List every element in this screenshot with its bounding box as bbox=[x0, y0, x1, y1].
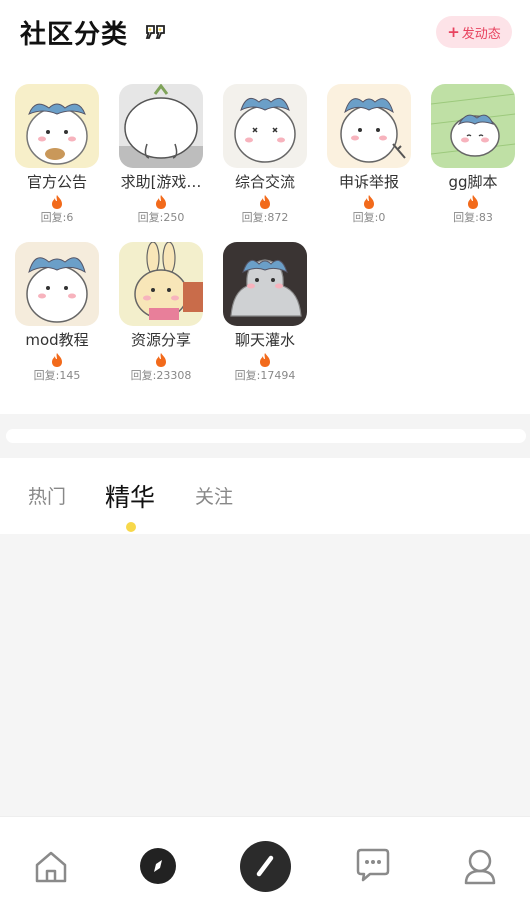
feed-tabs: 热门 精华 关注 bbox=[0, 458, 530, 534]
category-avatar bbox=[327, 84, 411, 168]
fire-icon bbox=[260, 353, 270, 367]
tab-featured[interactable]: 精华 bbox=[105, 478, 155, 514]
reply-count: 回复:145 bbox=[33, 369, 81, 382]
reply-count: 回复:23308 bbox=[130, 369, 192, 382]
category-avatar bbox=[223, 84, 307, 168]
reply-count: 回复:83 bbox=[453, 211, 493, 224]
fire-icon bbox=[468, 195, 478, 209]
fire-icon bbox=[52, 195, 62, 209]
user-icon[interactable] bbox=[462, 847, 498, 885]
category-name: 官方公告 bbox=[26, 173, 87, 191]
character-image bbox=[340, 98, 406, 163]
fire-icon bbox=[156, 195, 166, 209]
character-image bbox=[26, 257, 88, 323]
category-item[interactable]: 综合交流 回复:872 bbox=[213, 84, 317, 225]
category-item[interactable]: 官方公告 回复:6 bbox=[5, 84, 109, 225]
compass-icon[interactable] bbox=[140, 848, 176, 884]
character-image bbox=[119, 84, 203, 168]
category-avatar bbox=[431, 84, 515, 168]
category-item[interactable]: 资源分享 回复:23308 bbox=[109, 242, 213, 383]
plus-icon: + bbox=[447, 23, 460, 41]
bottom-nav bbox=[0, 816, 530, 910]
category-name: gg脚本 bbox=[448, 173, 498, 191]
fire-icon bbox=[260, 195, 270, 209]
reply-count: 回复:872 bbox=[241, 211, 289, 224]
character-image bbox=[134, 242, 203, 320]
character-image bbox=[26, 103, 88, 165]
fire-icon bbox=[156, 353, 166, 367]
category-name: 求助[游戏… bbox=[120, 173, 202, 191]
banner-bar[interactable] bbox=[6, 429, 526, 443]
pen-icon[interactable] bbox=[240, 841, 291, 892]
character-image bbox=[431, 93, 515, 157]
reply-count: 回复:6 bbox=[40, 211, 74, 224]
category-item[interactable]: 申诉举报 回复:0 bbox=[317, 84, 421, 225]
tab-following[interactable]: 关注 bbox=[195, 482, 233, 509]
character-image bbox=[234, 97, 296, 163]
category-item[interactable]: 聊天灌水 回复:17494 bbox=[213, 242, 317, 383]
post-button[interactable]: + 发动态 bbox=[436, 16, 512, 48]
category-avatar bbox=[119, 242, 203, 326]
home-icon[interactable] bbox=[33, 849, 69, 885]
category-name: mod教程 bbox=[25, 331, 89, 349]
character-image bbox=[230, 259, 302, 317]
chat-bubble-icon[interactable] bbox=[354, 847, 392, 883]
feed-content bbox=[0, 534, 530, 816]
category-item[interactable]: gg脚本 回复:83 bbox=[421, 84, 525, 225]
quote-icon bbox=[145, 25, 165, 39]
fire-icon bbox=[364, 195, 374, 209]
active-tab-indicator bbox=[126, 522, 136, 532]
category-name: 资源分享 bbox=[130, 331, 191, 349]
fire-icon bbox=[52, 353, 62, 367]
header: 社区分类 + 发动态 bbox=[0, 0, 530, 66]
category-avatar bbox=[223, 242, 307, 326]
category-name: 综合交流 bbox=[234, 173, 295, 191]
reply-count: 回复:0 bbox=[352, 211, 386, 224]
reply-count: 回复:250 bbox=[137, 211, 185, 224]
reply-count: 回复:17494 bbox=[234, 369, 296, 382]
tab-hot[interactable]: 热门 bbox=[28, 482, 66, 509]
category-item[interactable]: 求助[游戏… 回复:250 bbox=[109, 84, 213, 225]
post-button-label: 发动态 bbox=[461, 26, 501, 42]
category-item[interactable]: mod教程 回复:145 bbox=[5, 242, 109, 383]
category-avatar bbox=[15, 84, 99, 168]
category-name: 申诉举报 bbox=[338, 173, 399, 191]
category-name: 聊天灌水 bbox=[234, 331, 295, 349]
category-avatar bbox=[15, 242, 99, 326]
page-title: 社区分类 bbox=[20, 20, 129, 50]
category-avatar bbox=[119, 84, 203, 168]
